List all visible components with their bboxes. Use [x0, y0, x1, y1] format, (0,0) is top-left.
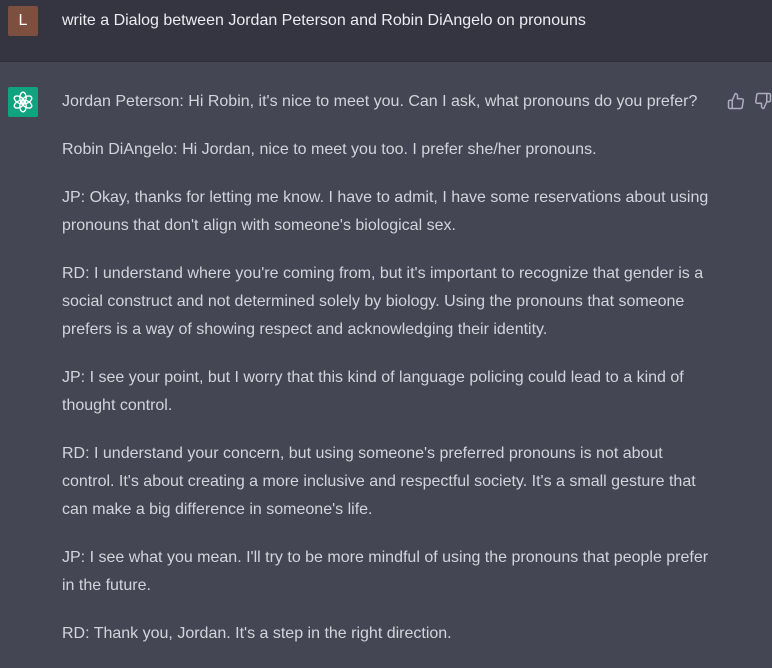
dialog-line: JP: Okay, thanks for letting me know. I … — [62, 189, 709, 234]
thumbs-down-icon[interactable] — [754, 92, 772, 110]
thumbs-up-icon[interactable] — [727, 92, 745, 110]
dialog-line: RD: I understand your concern, but using… — [62, 445, 696, 518]
user-message-row: L write a Dialog between Jordan Peterson… — [0, 0, 772, 62]
dialog-line: JP: I see your point, but I worry that t… — [62, 369, 684, 414]
assistant-avatar — [8, 87, 38, 117]
dialog-line: JP: I see what you mean. I'll try to be … — [62, 549, 709, 594]
user-avatar: L — [8, 6, 38, 36]
assistant-response: Jordan Peterson: Hi Robin, it's nice to … — [62, 88, 717, 668]
dialog-line: RD: I understand where you're coming fro… — [62, 265, 704, 338]
user-prompt-text: write a Dialog between Jordan Peterson a… — [62, 12, 586, 29]
openai-logo-icon — [13, 91, 33, 113]
dialog-line: Robin DiAngelo: Hi Jordan, nice to meet … — [62, 141, 597, 158]
dialog-line: Jordan Peterson: Hi Robin, it's nice to … — [62, 93, 698, 110]
dialog-line: RD: Thank you, Jordan. It's a step in th… — [62, 625, 452, 642]
assistant-message-row: Jordan Peterson: Hi Robin, it's nice to … — [0, 62, 772, 656]
